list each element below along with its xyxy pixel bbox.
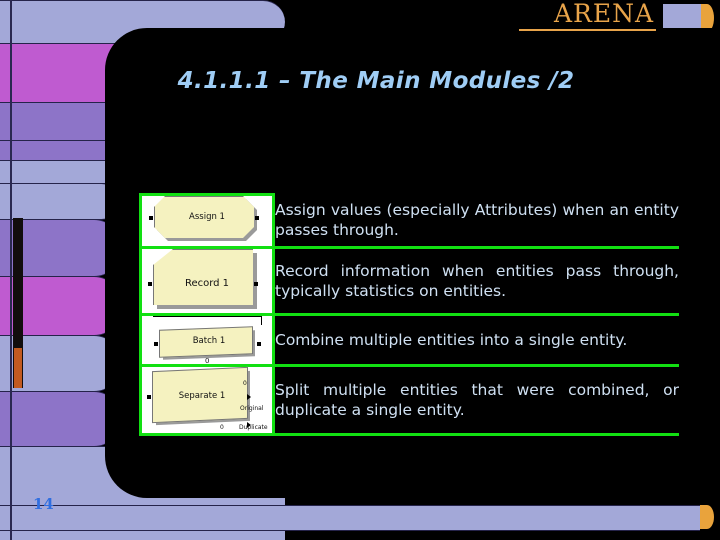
separate-out-arrow-original	[247, 394, 251, 400]
deco-band-6	[0, 183, 120, 220]
separate-label-original: Original	[240, 405, 264, 412]
deco-band-10	[0, 391, 120, 447]
batch-module-label: Batch 1	[192, 336, 226, 346]
brand-underline	[519, 29, 656, 31]
module-cell-record: Record 1	[139, 246, 275, 316]
record-module-icon: Record 1	[148, 249, 261, 313]
assign-module-icon: Assign 1	[149, 196, 260, 246]
module-description-batch: Combine multiple entities into a single …	[273, 314, 679, 367]
modules-table: Assign 1 Assign values (especially Attri…	[139, 193, 679, 436]
separate-label-duplicate: Duplicate	[239, 424, 268, 431]
page-number: 14	[33, 495, 54, 513]
module-cell-assign: Assign 1	[139, 193, 275, 249]
batch-count-label: 0	[205, 357, 210, 365]
deco-orange-bar	[14, 348, 22, 388]
page-title: 4.1.1.1 – The Main Modules /2	[177, 68, 575, 94]
separate-in-port	[147, 395, 151, 399]
record-module-label: Record 1	[184, 278, 230, 289]
deco-cap-bottom-right	[700, 505, 714, 529]
module-description-separate: Split multiple entities that were combin…	[273, 365, 679, 436]
slide-canvas: ARENA 4.1.1.1 – The Main Modules /2 Assi…	[0, 0, 720, 540]
table-row: Separate 1 0 Original 0 Duplicate Split …	[139, 364, 679, 436]
separate-module-icon: Separate 1 0 Original 0 Duplicate	[147, 366, 268, 433]
batch-bracket	[153, 316, 262, 325]
module-description-assign: Assign values (especially Attributes) wh…	[273, 194, 679, 249]
brand-label: ARENA	[553, 0, 654, 28]
deco-band-bottom	[0, 505, 700, 531]
batch-out-port	[257, 342, 261, 346]
batch-module-icon: Batch 1 0	[151, 316, 263, 365]
separate-module-label: Separate 1	[178, 391, 226, 401]
table-row: Record 1 Record information when entitie…	[139, 246, 679, 316]
module-cell-batch: Batch 1 0	[139, 313, 275, 367]
assign-module-label: Assign 1	[189, 212, 225, 222]
deco-vertical-rule	[10, 0, 12, 540]
separate-label-original-count: 0	[243, 380, 247, 387]
assign-in-port	[149, 216, 153, 220]
module-cell-separate: Separate 1 0 Original 0 Duplicate	[139, 364, 275, 436]
batch-in-port	[154, 342, 158, 346]
module-description-record: Record information when entities pass th…	[273, 247, 679, 316]
separate-label-duplicate-count: 0	[220, 424, 224, 431]
table-row: Batch 1 0 Combine multiple entities into…	[139, 313, 679, 367]
table-row: Assign 1 Assign values (especially Attri…	[139, 193, 679, 249]
record-in-port	[148, 282, 152, 286]
